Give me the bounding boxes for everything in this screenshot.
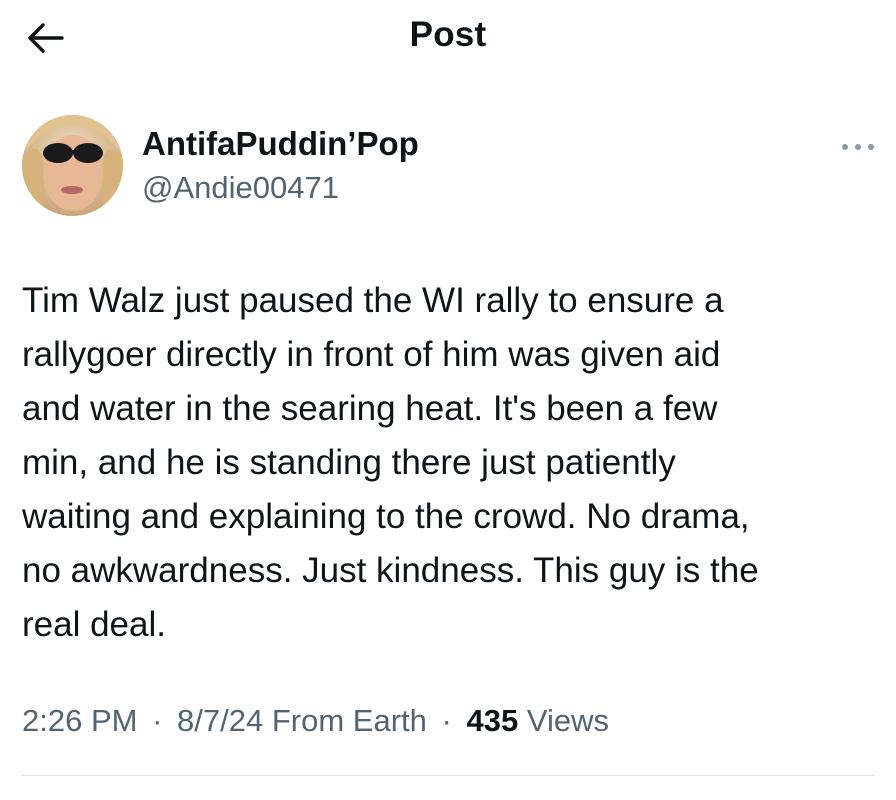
post-time[interactable]: 2:26 PM bbox=[22, 703, 137, 738]
meta-separator: · bbox=[441, 703, 452, 738]
post-meta: 2:26 PM · 8/7/24 From Earth · 435 Views bbox=[22, 703, 609, 739]
views-label[interactable]: Views bbox=[527, 703, 609, 738]
author-row: AntifaPuddin’Pop @Andie00471 bbox=[22, 115, 882, 219]
avatar[interactable] bbox=[22, 115, 123, 216]
top-bar: Post bbox=[0, 0, 896, 76]
post-date[interactable]: 8/7/24 bbox=[177, 703, 263, 738]
meta-separator: · bbox=[152, 703, 163, 738]
user-handle[interactable]: @Andie00471 bbox=[142, 170, 339, 206]
display-name[interactable]: AntifaPuddin’Pop bbox=[142, 125, 419, 163]
user-avatar bbox=[22, 115, 123, 216]
page-title: Post bbox=[409, 15, 487, 54]
views-count[interactable]: 435 bbox=[466, 703, 518, 738]
divider bbox=[22, 775, 874, 776]
post-text: Tim Walz just paused the WI rally to ens… bbox=[22, 281, 759, 644]
more-options-button[interactable] bbox=[838, 137, 878, 157]
post-source: From Earth bbox=[271, 703, 427, 738]
more-horizontal-icon bbox=[842, 144, 874, 150]
